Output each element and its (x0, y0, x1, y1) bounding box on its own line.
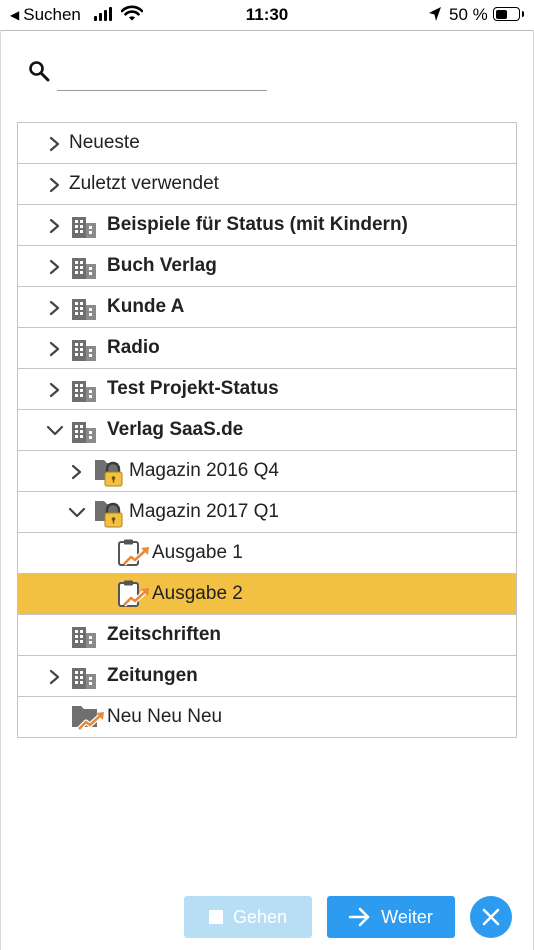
chevron-right-icon[interactable] (48, 340, 62, 363)
gehen-button-label: Gehen (232, 906, 288, 927)
chevron-down-icon[interactable] (68, 506, 86, 525)
tree-row[interactable]: Neu Neu Neu (18, 697, 516, 738)
tree-row[interactable]: Magazin 2017 Q1 (18, 492, 516, 533)
weiter-button-label: Weiter (381, 906, 433, 927)
tree-row[interactable]: Test Projekt-Status (18, 369, 516, 410)
dialog-top-border (0, 30, 534, 31)
stop-square-icon (208, 910, 223, 924)
tree-row-label: Neueste (69, 132, 140, 153)
clipboard-trend-icon (117, 538, 153, 573)
search-input[interactable] (57, 60, 267, 91)
tree-row[interactable]: Magazin 2016 Q4 (18, 451, 516, 492)
building-icon (71, 213, 97, 244)
tree-row[interactable]: Kunde A (18, 287, 516, 328)
tree-row-label: Test Projekt-Status (107, 378, 279, 399)
tree-row[interactable]: Zeitungen (18, 656, 516, 697)
tree-row-label: Verlag SaaS.de (107, 419, 244, 440)
tree-row-label: Magazin 2016 Q4 (129, 460, 279, 481)
status-bar: ◀ Suchen 11:30 50 % (0, 0, 534, 30)
tree-row[interactable]: Neueste (18, 123, 516, 164)
tree-view: Neueste Zuletzt verwendet Beispiele für St… (17, 122, 517, 738)
clipboard-trend-icon (117, 579, 153, 614)
chevron-right-icon[interactable] (48, 668, 62, 691)
chevron-right-icon[interactable] (70, 463, 84, 486)
location-arrow-icon (429, 7, 441, 21)
building-icon (71, 664, 97, 695)
building-icon (71, 336, 97, 367)
building-icon (71, 418, 97, 449)
building-icon (71, 295, 97, 326)
tree-row-label: Neu Neu Neu (107, 706, 223, 727)
arrow-right-icon (349, 907, 370, 927)
tree-row-label: Zeitschriften (107, 624, 222, 645)
locked-folder-icon (94, 456, 128, 493)
chevron-right-icon[interactable] (48, 299, 62, 322)
tree-row-label: Ausgabe 1 (152, 542, 243, 563)
battery-icon (493, 7, 524, 21)
building-icon (71, 623, 97, 654)
folder-trend-icon (71, 702, 107, 737)
close-icon (482, 908, 500, 926)
tree-row[interactable]: Radio (18, 328, 516, 369)
tree-row[interactable]: Zeitschriften (18, 615, 516, 656)
tree-row[interactable]: Zuletzt verwendet (18, 164, 516, 205)
chevron-right-icon[interactable] (48, 258, 62, 281)
chevron-down-icon[interactable] (46, 424, 64, 443)
battery-percentage: 50 % (449, 5, 488, 24)
tree-row-label: Beispiele für Status (mit Kindern) (107, 214, 408, 235)
tree-row-label: Zuletzt verwendet (69, 173, 219, 194)
chevron-right-icon[interactable] (48, 381, 62, 404)
tree-row-label: Zeitungen (107, 665, 198, 686)
locked-folder-icon (94, 497, 128, 534)
tree-row-label: Magazin 2017 Q1 (129, 501, 279, 522)
tree-row[interactable]: Ausgabe 2 (18, 574, 516, 615)
close-button[interactable] (470, 896, 512, 938)
search-icon (29, 61, 50, 82)
tree-row-label: Kunde A (107, 296, 185, 317)
chevron-right-icon[interactable] (48, 135, 62, 158)
building-icon (71, 254, 97, 285)
tree-row-label: Radio (107, 337, 160, 358)
tree-row[interactable]: Ausgabe 1 (18, 533, 516, 574)
gehen-button[interactable]: Gehen (184, 896, 312, 938)
chevron-right-icon[interactable] (48, 176, 62, 199)
tree-row[interactable]: Verlag SaaS.de (18, 410, 516, 451)
weiter-button[interactable]: Weiter (327, 896, 455, 938)
tree-row[interactable]: Buch Verlag (18, 246, 516, 287)
building-icon (71, 377, 97, 408)
tree-row[interactable]: Beispiele für Status (mit Kindern) (18, 205, 516, 246)
tree-row-label: Buch Verlag (107, 255, 217, 276)
chevron-right-icon[interactable] (48, 217, 62, 240)
tree-row-label: Ausgabe 2 (152, 583, 243, 604)
dialog-left-border (0, 30, 1, 950)
